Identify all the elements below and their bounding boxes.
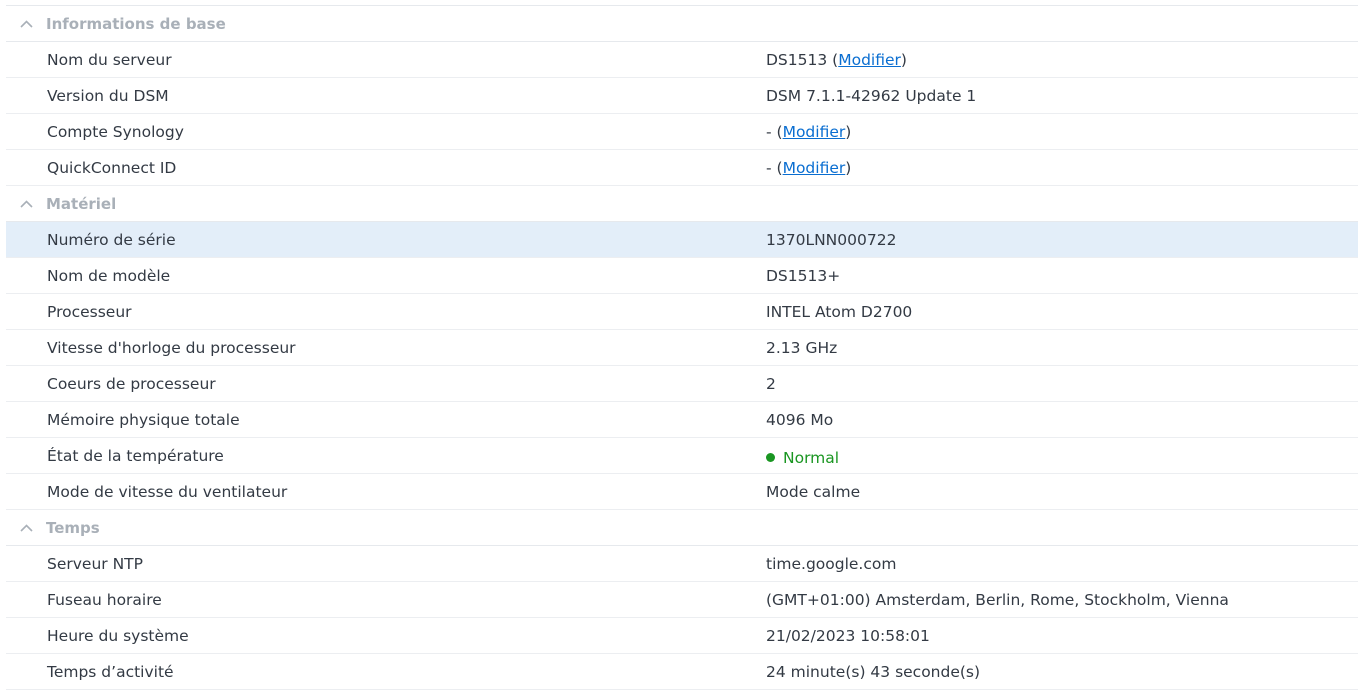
info-row-cpu-cores: Coeurs de processeur 2 — [6, 366, 1358, 402]
modify-synology-account-link[interactable]: Modifier — [783, 123, 846, 141]
modify-server-name-link[interactable]: Modifier — [838, 51, 901, 69]
row-value: time.google.com — [766, 555, 1358, 573]
row-label: Fuseau horaire — [6, 591, 766, 609]
synology-account-value: - — [766, 123, 772, 141]
row-label: Version du DSM — [6, 87, 766, 105]
section-title: Informations de base — [46, 15, 226, 33]
row-value: 4096 Mo — [766, 411, 1358, 429]
system-info-panel: Informations de base Nom du serveur DS15… — [6, 5, 1358, 690]
row-label: Coeurs de processeur — [6, 375, 766, 393]
info-row-temperature: État de la température Normal — [6, 438, 1358, 474]
temperature-status: Normal — [783, 449, 839, 467]
row-value: 21/02/2023 10:58:01 — [766, 627, 1358, 645]
row-value: - (Modifier) — [766, 159, 1358, 177]
row-value: (GMT+01:00) Amsterdam, Berlin, Rome, Sto… — [766, 591, 1358, 609]
row-value: Normal — [766, 446, 1358, 465]
info-row-timezone: Fuseau horaire (GMT+01:00) Amsterdam, Be… — [6, 582, 1358, 618]
row-label: Heure du système — [6, 627, 766, 645]
status-dot-icon — [766, 453, 775, 462]
row-label: Numéro de série — [6, 231, 766, 249]
row-value: DS1513 (Modifier) — [766, 51, 1358, 69]
row-value: 2.13 GHz — [766, 339, 1358, 357]
row-value: 1370LNN000722 — [766, 231, 1358, 249]
row-label: Vitesse d'horloge du processeur — [6, 339, 766, 357]
row-value: DS1513+ — [766, 267, 1358, 285]
info-row-ntp-server: Serveur NTP time.google.com — [6, 546, 1358, 582]
row-value: DSM 7.1.1-42962 Update 1 — [766, 87, 1358, 105]
chevron-up-icon — [20, 200, 33, 208]
info-row-model-name: Nom de modèle DS1513+ — [6, 258, 1358, 294]
info-row-dsm-version: Version du DSM DSM 7.1.1-42962 Update 1 — [6, 78, 1358, 114]
row-label: Serveur NTP — [6, 555, 766, 573]
chevron-up-icon — [20, 524, 33, 532]
info-row-processor: Processeur INTEL Atom D2700 — [6, 294, 1358, 330]
info-row-serial-number[interactable]: Numéro de série 1370LNN000722 — [6, 222, 1358, 258]
info-row-memory: Mémoire physique totale 4096 Mo — [6, 402, 1358, 438]
row-label: QuickConnect ID — [6, 159, 766, 177]
row-value: - (Modifier) — [766, 123, 1358, 141]
row-label: État de la température — [6, 447, 766, 465]
row-label: Compte Synology — [6, 123, 766, 141]
info-row-system-time: Heure du système 21/02/2023 10:58:01 — [6, 618, 1358, 654]
section-header-basic-info[interactable]: Informations de base — [6, 6, 1358, 42]
section-header-hardware[interactable]: Matériel — [6, 186, 1358, 222]
server-name-value: DS1513 — [766, 51, 827, 69]
modify-quickconnect-link[interactable]: Modifier — [783, 159, 846, 177]
section-title: Matériel — [46, 195, 116, 213]
section-header-time[interactable]: Temps — [6, 510, 1358, 546]
row-label: Processeur — [6, 303, 766, 321]
info-row-quickconnect-id: QuickConnect ID - (Modifier) — [6, 150, 1358, 186]
quickconnect-value: - — [766, 159, 772, 177]
status-badge: Normal — [766, 449, 839, 467]
info-row-synology-account: Compte Synology - (Modifier) — [6, 114, 1358, 150]
row-value: 2 — [766, 375, 1358, 393]
row-value: Mode calme — [766, 483, 1358, 501]
info-row-server-name: Nom du serveur DS1513 (Modifier) — [6, 42, 1358, 78]
row-value: 24 minute(s) 43 seconde(s) — [766, 663, 1358, 681]
row-label: Mémoire physique totale — [6, 411, 766, 429]
row-label: Mode de vitesse du ventilateur — [6, 483, 766, 501]
row-value: INTEL Atom D2700 — [766, 303, 1358, 321]
info-row-uptime: Temps d’activité 24 minute(s) 43 seconde… — [6, 654, 1358, 690]
row-label: Nom de modèle — [6, 267, 766, 285]
info-row-fan-mode: Mode de vitesse du ventilateur Mode calm… — [6, 474, 1358, 510]
row-label: Temps d’activité — [6, 663, 766, 681]
info-row-cpu-clock: Vitesse d'horloge du processeur 2.13 GHz — [6, 330, 1358, 366]
section-title: Temps — [46, 519, 100, 537]
chevron-up-icon — [20, 20, 33, 28]
row-label: Nom du serveur — [6, 51, 766, 69]
